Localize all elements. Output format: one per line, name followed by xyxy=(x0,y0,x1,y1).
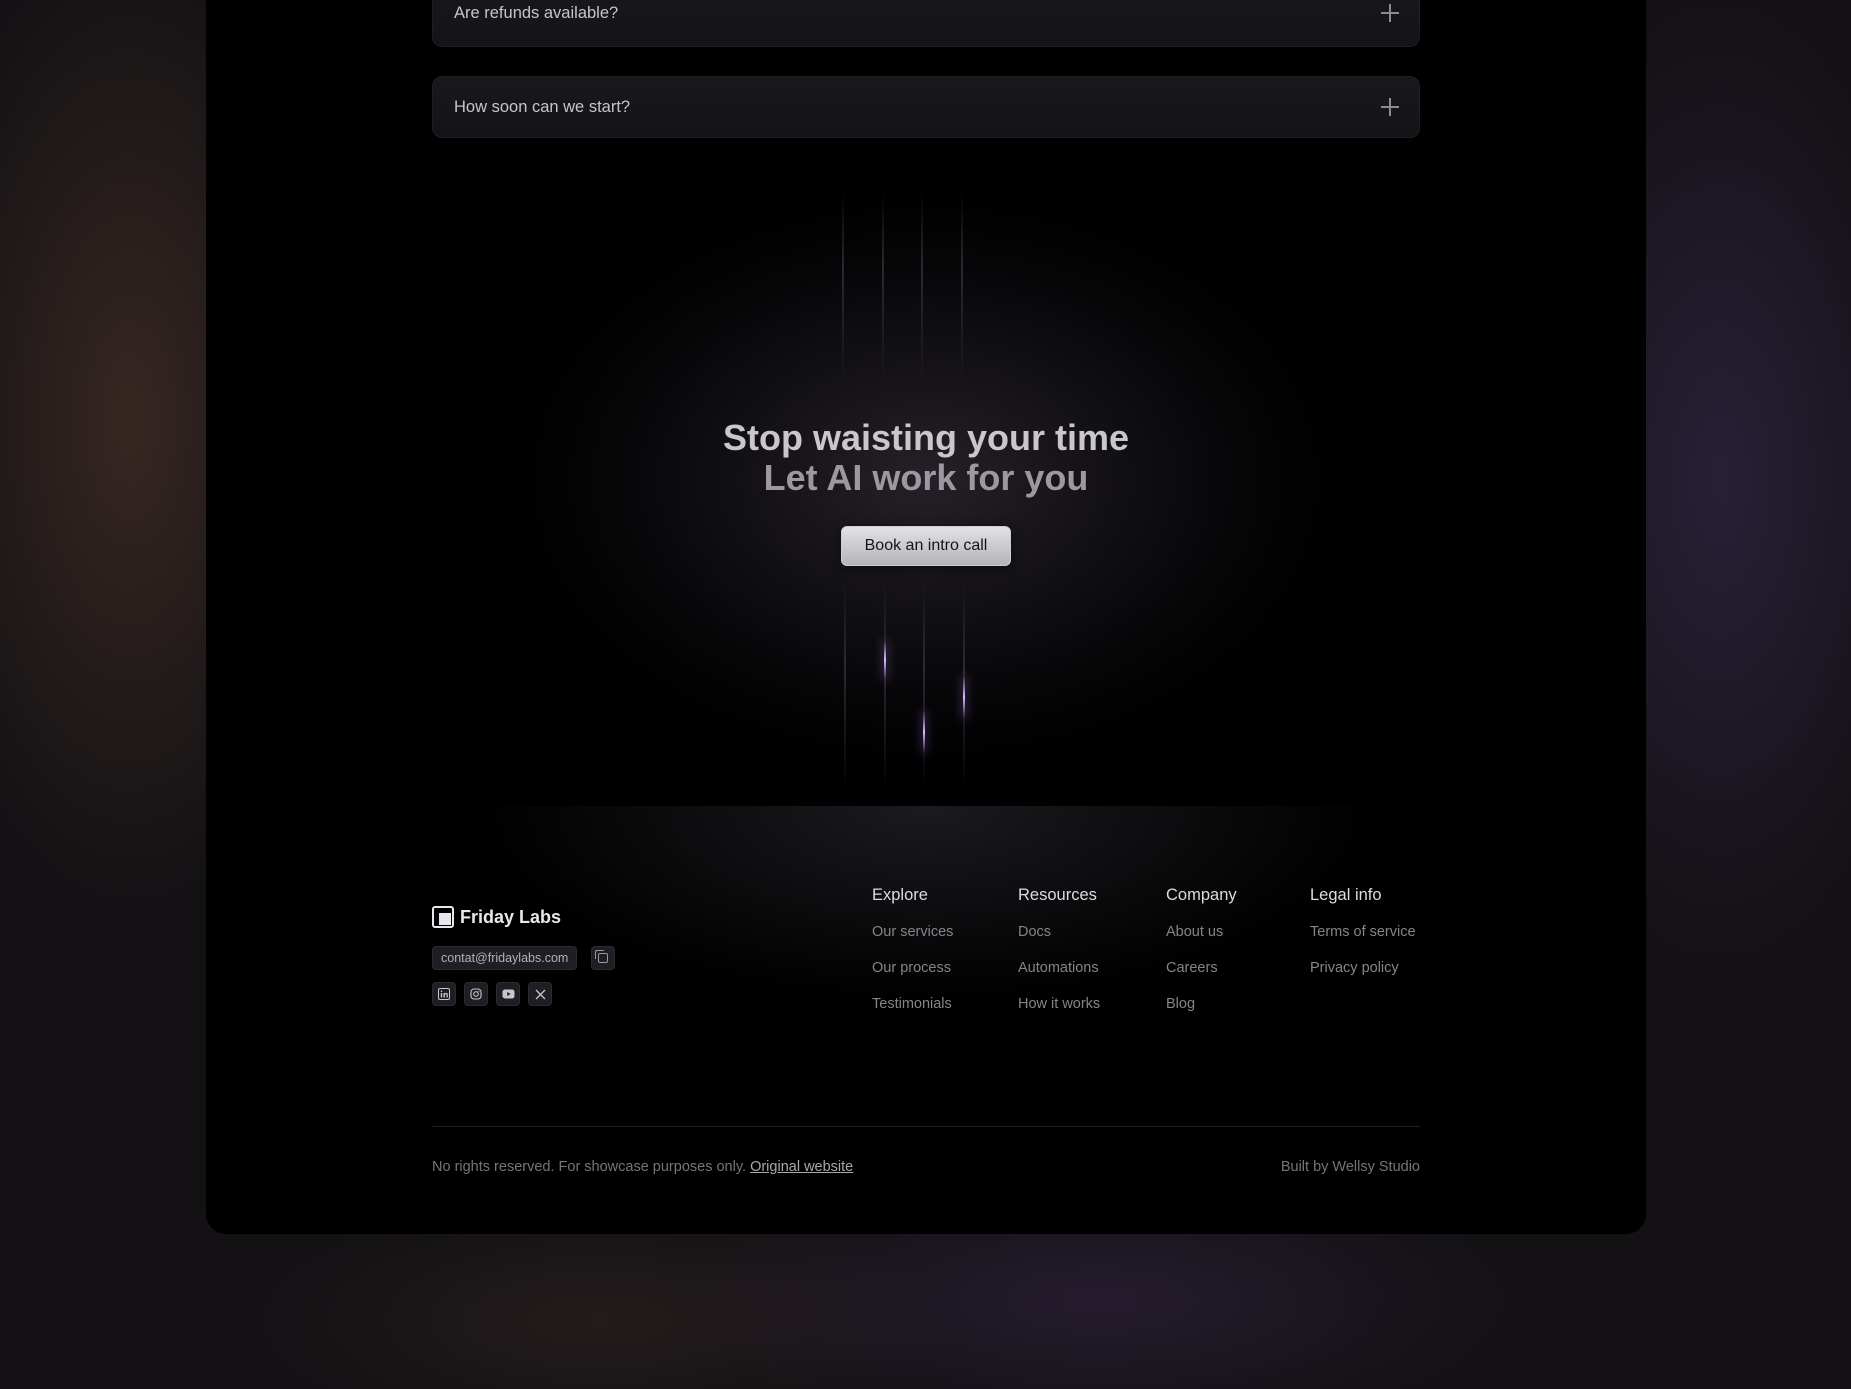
instagram-icon xyxy=(470,988,482,1000)
decor-spark xyxy=(923,710,925,754)
original-website-link[interactable]: Original website xyxy=(750,1159,853,1175)
decor-line xyxy=(842,190,844,390)
footer-link-privacy[interactable]: Privacy policy xyxy=(1310,958,1416,978)
copy-icon xyxy=(595,950,608,963)
footer-column-explore: Explore Our services Our process Testimo… xyxy=(872,886,953,1030)
built-by-credit[interactable]: Built by Wellsy Studio xyxy=(1281,1159,1420,1175)
footer-column-resources: Resources Docs Automations How it works xyxy=(1018,886,1100,1030)
book-intro-call-button[interactable]: Book an intro call xyxy=(841,526,1011,566)
footer-divider xyxy=(432,1126,1420,1127)
decor-line xyxy=(844,580,846,790)
decor-spark xyxy=(884,640,886,680)
x-icon xyxy=(535,989,545,999)
youtube-button[interactable] xyxy=(496,982,520,1006)
brand-name: Friday Labs xyxy=(460,906,562,927)
faq-question: Are refunds available? xyxy=(454,3,619,22)
brand-logo[interactable]: Friday Labs xyxy=(432,906,561,928)
plus-icon[interactable] xyxy=(1381,98,1399,116)
footer-link-careers[interactable]: Careers xyxy=(1166,958,1237,978)
footer-link-about-us[interactable]: About us xyxy=(1166,922,1237,942)
instagram-button[interactable] xyxy=(464,982,488,1006)
footer-link-docs[interactable]: Docs xyxy=(1018,922,1100,942)
footer-link-terms[interactable]: Terms of service xyxy=(1310,922,1416,942)
footer-notice-text: No rights reserved. For showcase purpose… xyxy=(432,1159,747,1175)
decor-line xyxy=(921,190,923,390)
linkedin-button[interactable] xyxy=(432,982,456,1006)
footer-notice: No rights reserved. For showcase purpose… xyxy=(432,1159,853,1175)
page-frame: Are refunds available? How soon can we s… xyxy=(206,0,1646,1234)
email-address[interactable]: contat@fridaylabs.com xyxy=(432,946,578,970)
footer-column-legal: Legal info Terms of service Privacy poli… xyxy=(1310,886,1416,994)
footer-link-automations[interactable]: Automations xyxy=(1018,958,1100,978)
footer-column-heading: Legal info xyxy=(1310,886,1382,904)
footer-column-heading: Explore xyxy=(872,886,928,904)
plus-icon[interactable] xyxy=(1381,4,1399,22)
decor-spark xyxy=(963,675,965,719)
decor-line xyxy=(882,190,884,390)
faq-item-start[interactable]: How soon can we start? xyxy=(432,76,1420,138)
footer-column-company: Company About us Careers Blog xyxy=(1166,886,1237,1030)
footer-link-our-services[interactable]: Our services xyxy=(872,922,953,942)
decor-line xyxy=(923,580,925,790)
footer-link-testimonials[interactable]: Testimonials xyxy=(872,994,953,1014)
decor-line xyxy=(961,190,963,390)
footer-column-heading: Company xyxy=(1166,886,1237,904)
cta-title-line2: Let AI work for you xyxy=(763,457,1089,498)
cta-title-line1: Stop waisting your time xyxy=(722,417,1130,458)
linkedin-icon xyxy=(438,988,450,1000)
faq-item-refunds[interactable]: Are refunds available? xyxy=(432,0,1420,47)
faq-question: How soon can we start? xyxy=(454,97,631,116)
footer-column-heading: Resources xyxy=(1018,886,1097,904)
logo-icon xyxy=(432,906,454,928)
footer-link-blog[interactable]: Blog xyxy=(1166,994,1237,1014)
decor-line xyxy=(884,580,886,790)
footer-link-our-process[interactable]: Our process xyxy=(872,958,953,978)
footer-link-how-it-works[interactable]: How it works xyxy=(1018,994,1100,1014)
youtube-icon xyxy=(502,989,514,999)
copy-email-button[interactable] xyxy=(591,946,615,970)
x-button[interactable] xyxy=(528,982,552,1006)
